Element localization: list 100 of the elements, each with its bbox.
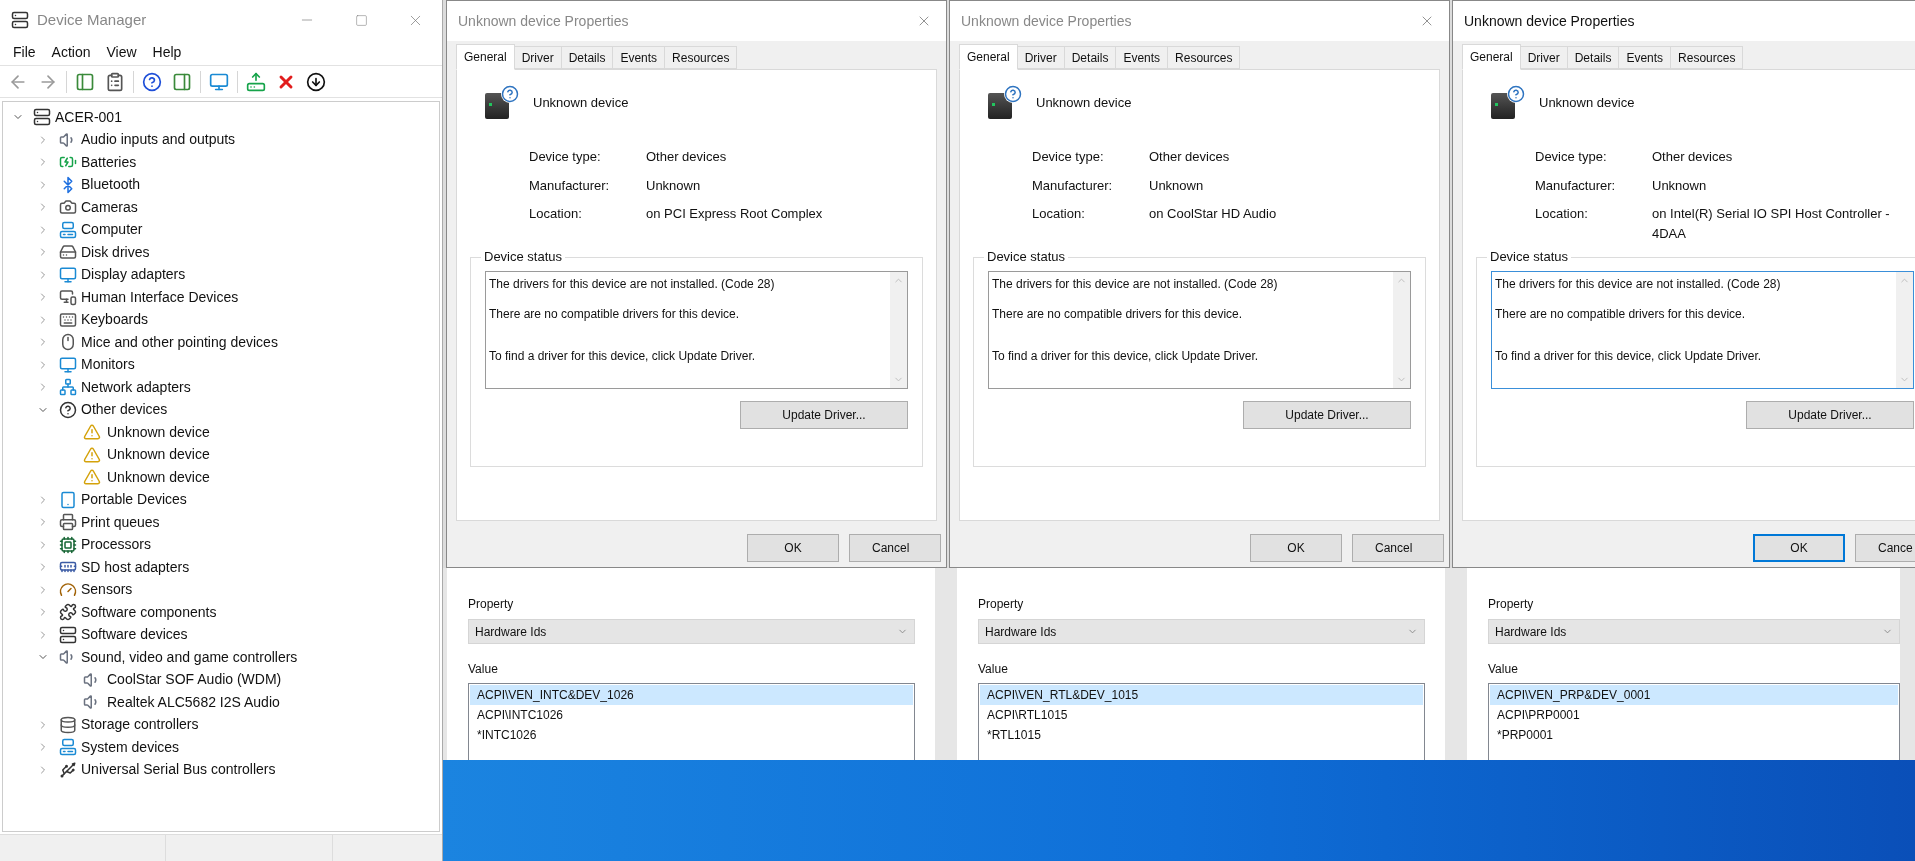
list-item[interactable]: *INTC1026 <box>470 725 913 745</box>
list-item[interactable]: ACPI\RTL1015 <box>980 705 1423 725</box>
status-text-box[interactable]: The drivers for this device are not installed. (Code 28) There are no compatible drivers for this device. To find a driver for this device, click Update Driver. <box>485 271 908 389</box>
tab[interactable]: Details <box>560 46 614 69</box>
scrollbar[interactable] <box>1896 272 1913 388</box>
tab[interactable]: Resources <box>1167 46 1241 69</box>
list-item[interactable]: ACPI\VEN_PRP&DEV_0001 <box>1490 685 1898 705</box>
storage-icon <box>59 715 77 734</box>
ok-button[interactable]: OK <box>1753 534 1845 562</box>
tree-item[interactable]: Audio inputs and outputs <box>81 129 236 151</box>
tab[interactable]: General <box>1462 44 1521 70</box>
menu-item[interactable]: View <box>100 42 143 63</box>
field-label: Value <box>978 661 1009 677</box>
dialog-title: Unknown device Properties <box>1464 11 1635 31</box>
tree-item[interactable]: Storage controllers <box>81 714 199 736</box>
device-manager-icon <box>11 11 29 29</box>
field-label: Device type: <box>1535 148 1608 166</box>
tree-item[interactable]: Bluetooth <box>81 174 141 196</box>
tab[interactable]: Resources <box>664 46 738 69</box>
tree-item[interactable]: Keyboards <box>81 309 148 331</box>
tree-item[interactable]: Batteries <box>81 151 137 173</box>
list-item[interactable]: ACPI\VEN_INTC&DEV_1026 <box>470 685 913 705</box>
field-label: Location: <box>529 205 583 223</box>
field-label: Value <box>468 661 499 677</box>
property-dropdown[interactable]: Hardware Ids <box>468 619 915 644</box>
tree-item[interactable]: SD host adapters <box>81 556 190 578</box>
software-component-icon <box>59 603 77 622</box>
tree-item[interactable]: Sound, video and game controllers <box>81 646 298 668</box>
tree-item[interactable]: Sensors <box>81 579 133 601</box>
tree-item[interactable]: Unknown device <box>107 421 210 443</box>
tab[interactable]: Events <box>612 46 666 69</box>
tree-item[interactable]: Print queues <box>81 511 160 533</box>
list-item[interactable]: ACPI\VEN_RTL&DEV_1015 <box>980 685 1423 705</box>
tree-item[interactable]: Monitors <box>81 354 135 376</box>
tab[interactable]: General <box>456 44 515 70</box>
field-label: Device type: <box>529 148 602 166</box>
tab[interactable]: Driver <box>513 46 562 69</box>
status-text-box[interactable]: The drivers for this device are not installed. (Code 28) There are no compatible drivers for this device. To find a driver for this device, click Update Driver. <box>988 271 1411 389</box>
tab[interactable]: Details <box>1566 46 1620 69</box>
menu-item[interactable]: File <box>7 42 42 63</box>
tree-item[interactable]: System devices <box>81 736 180 758</box>
scrollbar[interactable] <box>1393 272 1410 388</box>
status-text: There are no compatible drivers for this device. <box>1495 306 1747 323</box>
tree-item[interactable]: Human Interface Devices <box>81 286 239 308</box>
menu-item[interactable]: Help <box>146 42 188 63</box>
menu-item[interactable]: Action <box>45 42 97 63</box>
tree-item[interactable]: Universal Serial Bus controllers <box>81 759 276 781</box>
field-value: on Intel(R) Serial IO SPI Host Controller - 4DAA <box>1652 205 1891 243</box>
tree-item[interactable]: CoolStar SOF Audio (WDM) <box>107 669 282 691</box>
tree-item[interactable]: Software devices <box>81 624 188 646</box>
tree-item[interactable]: Disk drives <box>81 241 150 263</box>
tree-item[interactable]: ACER-001 <box>55 106 122 128</box>
list-item[interactable]: ACPI\PRP0001 <box>1490 705 1898 725</box>
tree-item[interactable]: Unknown device <box>107 466 210 488</box>
ok-button[interactable]: OK <box>747 534 839 562</box>
tree-item[interactable]: Processors <box>81 534 152 556</box>
status-text-box[interactable]: The drivers for this device are not installed. (Code 28) There are no compatible drivers for this device. To find a driver for this device, click Update Driver. <box>1491 271 1914 389</box>
tab[interactable]: Events <box>1618 46 1672 69</box>
tree-item[interactable]: Mice and other pointing devices <box>81 331 278 353</box>
camera-icon <box>59 198 77 217</box>
tree-item[interactable]: Computer <box>81 219 143 241</box>
display-icon <box>59 265 77 284</box>
tab[interactable]: Events <box>1115 46 1169 69</box>
field-label: Device type: <box>1032 148 1105 166</box>
status-text: To find a driver for this device, click Update Driver. <box>1495 348 1763 365</box>
field-value: Other devices <box>646 148 728 166</box>
tab[interactable]: Driver <box>1519 46 1568 69</box>
update-driver-button[interactable]: Update Driver... <box>1746 401 1914 429</box>
tab[interactable]: Driver <box>1016 46 1065 69</box>
cancel-button[interactable]: Cancel <box>1352 534 1444 562</box>
update-driver-button[interactable]: Update Driver... <box>740 401 908 429</box>
cancel-button[interactable]: Cance <box>1855 534 1915 562</box>
tab[interactable]: General <box>959 44 1018 70</box>
tree-item[interactable]: Unknown device <box>107 444 210 466</box>
warning-device-icon <box>83 445 101 464</box>
tree-item[interactable]: Network adapters <box>81 376 191 398</box>
field-value: on CoolStar HD Audio <box>1149 205 1278 223</box>
list-item[interactable]: ACPI\INTC1026 <box>470 705 913 725</box>
tab[interactable]: Resources <box>1670 46 1744 69</box>
unknown-device-icon <box>485 85 519 121</box>
tree-item[interactable]: Other devices <box>81 399 168 421</box>
scrollbar[interactable] <box>890 272 907 388</box>
property-dropdown[interactable]: Hardware Ids <box>1488 619 1900 644</box>
ok-button[interactable]: OK <box>1250 534 1342 562</box>
property-dropdown[interactable]: Hardware Ids <box>978 619 1425 644</box>
tree-item[interactable]: Realtek ALC5682 I2S Audio <box>107 691 280 713</box>
tree-item[interactable]: Software components <box>81 601 217 623</box>
tree-item[interactable]: Display adapters <box>81 264 186 286</box>
tab[interactable]: Details <box>1063 46 1117 69</box>
usb-icon <box>59 760 77 779</box>
device-name: Unknown device <box>533 94 629 113</box>
tree-item[interactable]: Cameras <box>81 196 138 218</box>
field-value: on PCI Express Root Complex <box>646 205 824 223</box>
maximize-icon[interactable] <box>354 13 368 27</box>
update-driver-button[interactable]: Update Driver... <box>1243 401 1411 429</box>
cancel-button[interactable]: Cancel <box>849 534 941 562</box>
list-item[interactable]: *PRP0001 <box>1490 725 1898 745</box>
tree-item[interactable]: Portable Devices <box>81 489 187 511</box>
field-label: Location: <box>1535 205 1589 223</box>
list-item[interactable]: *RTL1015 <box>980 725 1423 745</box>
